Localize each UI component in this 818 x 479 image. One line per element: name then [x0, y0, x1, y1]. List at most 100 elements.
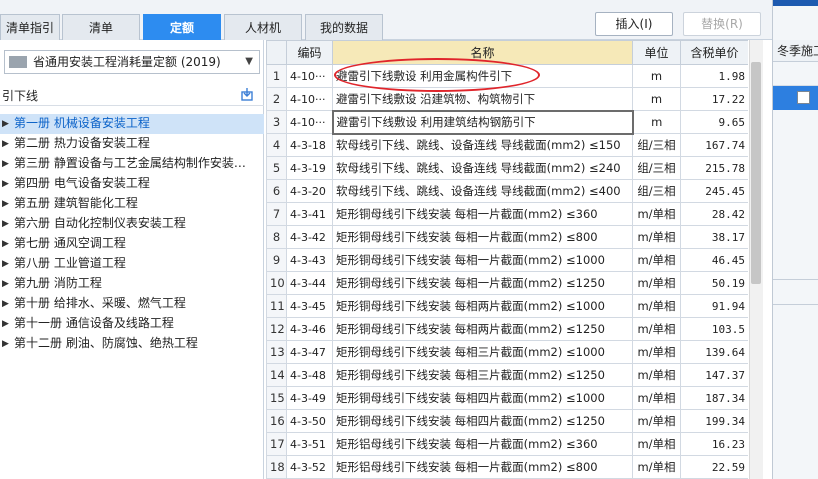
price-cell[interactable]: 187.34 — [680, 386, 748, 410]
expand-triangle-icon[interactable]: ▶ — [2, 335, 9, 353]
table-row[interactable]: 10 4-3-44 矩形铜母线引下线安装 每相一片截面(mm2) ≤1250 m/单相… — [266, 271, 748, 295]
price-header[interactable]: 含税单价 — [680, 40, 748, 65]
expand-triangle-icon[interactable]: ▶ — [2, 175, 9, 193]
name-cell[interactable]: 避雷引下线敷设 沿建筑物、构筑物引下 — [332, 87, 633, 111]
table-row[interactable]: 7 4-3-41 矩形铜母线引下线安装 每相一片截面(mm2) ≤360 m/单相 28… — [266, 202, 748, 226]
search-input[interactable]: 引下线 — [0, 84, 264, 106]
price-cell[interactable]: 167.74 — [680, 133, 748, 157]
tab-quota[interactable]: 定额 — [143, 14, 221, 40]
expand-triangle-icon[interactable]: ▶ — [2, 195, 9, 213]
unit-cell[interactable]: m — [632, 87, 681, 111]
tree-item-chapter[interactable]: ▶ 第九册 消防工程 — [0, 274, 264, 294]
name-cell[interactable]: 矩形铜母线引下线安装 每相三片截面(mm2) ≤1000 — [332, 340, 633, 364]
name-cell[interactable]: 矩形铜母线引下线安装 每相一片截面(mm2) ≤1250 — [332, 271, 633, 295]
code-cell[interactable]: 4-3-45 — [286, 294, 333, 318]
tree-item-chapter[interactable]: ▶ 第二册 热力设备安装工程 — [0, 134, 264, 154]
code-header[interactable]: 编码 — [286, 40, 333, 65]
name-cell[interactable]: 矩形铜母线引下线安装 每相一片截面(mm2) ≤800 — [332, 225, 633, 249]
name-cell[interactable]: 矩形铝母线引下线安装 每相一片截面(mm2) ≤360 — [332, 432, 633, 456]
unit-cell[interactable]: m/单相 — [632, 409, 681, 433]
code-cell[interactable]: 4-3-48 — [286, 363, 333, 387]
unit-cell[interactable]: m/单相 — [632, 455, 681, 479]
table-row[interactable]: 5 4-3-19 软母线引下线、跳线、设备连线 导线截面(mm2) ≤240 组/三相… — [266, 156, 748, 180]
price-cell[interactable]: 22.59 — [680, 455, 748, 479]
code-cell[interactable]: 4-3-46 — [286, 317, 333, 341]
price-cell[interactable]: 9.65 — [680, 110, 748, 134]
search-icon[interactable] — [240, 87, 254, 101]
right-panel-row[interactable] — [773, 62, 818, 86]
name-cell[interactable]: 软母线引下线、跳线、设备连线 导线截面(mm2) ≤150 — [332, 133, 633, 157]
name-cell[interactable]: 矩形铜母线引下线安装 每相两片截面(mm2) ≤1250 — [332, 317, 633, 341]
unit-cell[interactable]: 组/三相 — [632, 133, 681, 157]
table-row[interactable]: 4 4-3-18 软母线引下线、跳线、设备连线 导线截面(mm2) ≤150 组/三相… — [266, 133, 748, 157]
tree-item-chapter[interactable]: ▶ 第十二册 刷油、防腐蚀、绝热工程 — [0, 334, 264, 354]
tab-labor-material-machine[interactable]: 人材机 — [224, 14, 302, 40]
name-cell[interactable]: 矩形铜母线引下线安装 每相四片截面(mm2) ≤1000 — [332, 386, 633, 410]
table-row[interactable]: 13 4-3-47 矩形铜母线引下线安装 每相三片截面(mm2) ≤1000 m/单相… — [266, 340, 748, 364]
unit-cell[interactable]: m — [632, 110, 681, 134]
name-cell[interactable]: 软母线引下线、跳线、设备连线 导线截面(mm2) ≤240 — [332, 156, 633, 180]
tab-my-data[interactable]: 我的数据 — [305, 14, 383, 40]
tree-item-chapter[interactable]: ▶ 第六册 自动化控制仪表安装工程 — [0, 214, 264, 234]
tree-item-chapter[interactable]: ▶ 第十一册 通信设备及线路工程 — [0, 314, 264, 334]
tab-bill[interactable]: 清单 — [62, 14, 140, 40]
tree-item-chapter[interactable]: ▶ 第四册 电气设备安装工程 — [0, 174, 264, 194]
name-cell[interactable]: 矩形铜母线引下线安装 每相三片截面(mm2) ≤1250 — [332, 363, 633, 387]
insert-button[interactable]: 插入(I) — [595, 12, 673, 36]
expand-triangle-icon[interactable]: ▶ — [2, 115, 9, 133]
code-cell[interactable]: 4-3-20 — [286, 179, 333, 203]
price-cell[interactable]: 1.98 — [680, 64, 748, 88]
unit-cell[interactable]: m/单相 — [632, 386, 681, 410]
unit-cell[interactable]: m/单相 — [632, 225, 681, 249]
price-cell[interactable]: 139.64 — [680, 340, 748, 364]
unit-cell[interactable]: m/单相 — [632, 248, 681, 272]
code-cell[interactable]: 4-3-50 — [286, 409, 333, 433]
tab-list-guide[interactable]: 清单指引 — [0, 14, 60, 40]
price-cell[interactable]: 103.5 — [680, 317, 748, 341]
name-cell[interactable]: 矩形铝母线引下线安装 每相一片截面(mm2) ≤800 — [332, 455, 633, 479]
price-cell[interactable]: 50.19 — [680, 271, 748, 295]
expand-triangle-icon[interactable]: ▶ — [2, 215, 9, 233]
price-cell[interactable]: 38.17 — [680, 225, 748, 249]
name-cell[interactable]: 矩形铜母线引下线安装 每相两片截面(mm2) ≤1000 — [332, 294, 633, 318]
winter-construction-checkbox[interactable] — [797, 91, 810, 104]
replace-button[interactable]: 替换(R) — [683, 12, 761, 36]
name-header[interactable]: 名称 — [332, 40, 633, 65]
table-row[interactable]: 2 4-10··· 避雷引下线敷设 沿建筑物、构筑物引下 m 17.22 — [266, 87, 748, 111]
chevron-down-icon[interactable]: ▼ — [245, 51, 253, 73]
table-row[interactable]: 8 4-3-42 矩形铜母线引下线安装 每相一片截面(mm2) ≤800 m/单相 38… — [266, 225, 748, 249]
name-cell[interactable]: 避雷引下线敷设 利用建筑结构钢筋引下 — [331, 109, 634, 135]
tree-item-chapter[interactable]: ▶ 第八册 工业管道工程 — [0, 254, 264, 274]
unit-cell[interactable]: 组/三相 — [632, 156, 681, 180]
price-cell[interactable]: 46.45 — [680, 248, 748, 272]
name-cell[interactable]: 避雷引下线敷设 利用金属构件引下 — [332, 64, 633, 88]
name-cell[interactable]: 软母线引下线、跳线、设备连线 导线截面(mm2) ≤400 — [332, 179, 633, 203]
table-row[interactable]: 12 4-3-46 矩形铜母线引下线安装 每相两片截面(mm2) ≤1250 m/单相… — [266, 317, 748, 341]
unit-cell[interactable]: m/单相 — [632, 432, 681, 456]
code-cell[interactable]: 4-3-41 — [286, 202, 333, 226]
table-row[interactable]: 14 4-3-48 矩形铜母线引下线安装 每相三片截面(mm2) ≤1250 m/单相… — [266, 363, 748, 387]
expand-triangle-icon[interactable]: ▶ — [2, 255, 9, 273]
price-cell[interactable]: 199.34 — [680, 409, 748, 433]
table-row[interactable]: 11 4-3-45 矩形铜母线引下线安装 每相两片截面(mm2) ≤1000 m/单相… — [266, 294, 748, 318]
expand-triangle-icon[interactable]: ▶ — [2, 235, 9, 253]
price-cell[interactable]: 17.22 — [680, 87, 748, 111]
table-row[interactable]: 3 4-10··· 避雷引下线敷设 利用建筑结构钢筋引下 m 9.65 — [266, 109, 748, 135]
unit-cell[interactable]: m/单相 — [632, 317, 681, 341]
expand-triangle-icon[interactable]: ▶ — [2, 135, 9, 153]
code-cell[interactable]: 4-10··· — [286, 110, 333, 134]
tree-item-chapter[interactable]: ▶ 第三册 静置设备与工艺金属结构制作安装… — [0, 154, 264, 174]
table-row[interactable]: 17 4-3-51 矩形铝母线引下线安装 每相一片截面(mm2) ≤360 m/单相 1… — [266, 432, 748, 456]
price-cell[interactable]: 245.45 — [680, 179, 748, 203]
code-cell[interactable]: 4-3-47 — [286, 340, 333, 364]
price-cell[interactable]: 28.42 — [680, 202, 748, 226]
scrollbar-thumb[interactable] — [751, 62, 761, 284]
expand-triangle-icon[interactable]: ▶ — [2, 275, 9, 293]
unit-cell[interactable]: m — [632, 64, 681, 88]
tree-item-chapter[interactable]: ▶ 第一册 机械设备安装工程 — [0, 114, 264, 134]
code-cell[interactable]: 4-3-42 — [286, 225, 333, 249]
code-cell[interactable]: 4-3-49 — [286, 386, 333, 410]
expand-triangle-icon[interactable]: ▶ — [2, 155, 9, 173]
unit-cell[interactable]: m/单相 — [632, 294, 681, 318]
code-cell[interactable]: 4-3-52 — [286, 455, 333, 479]
